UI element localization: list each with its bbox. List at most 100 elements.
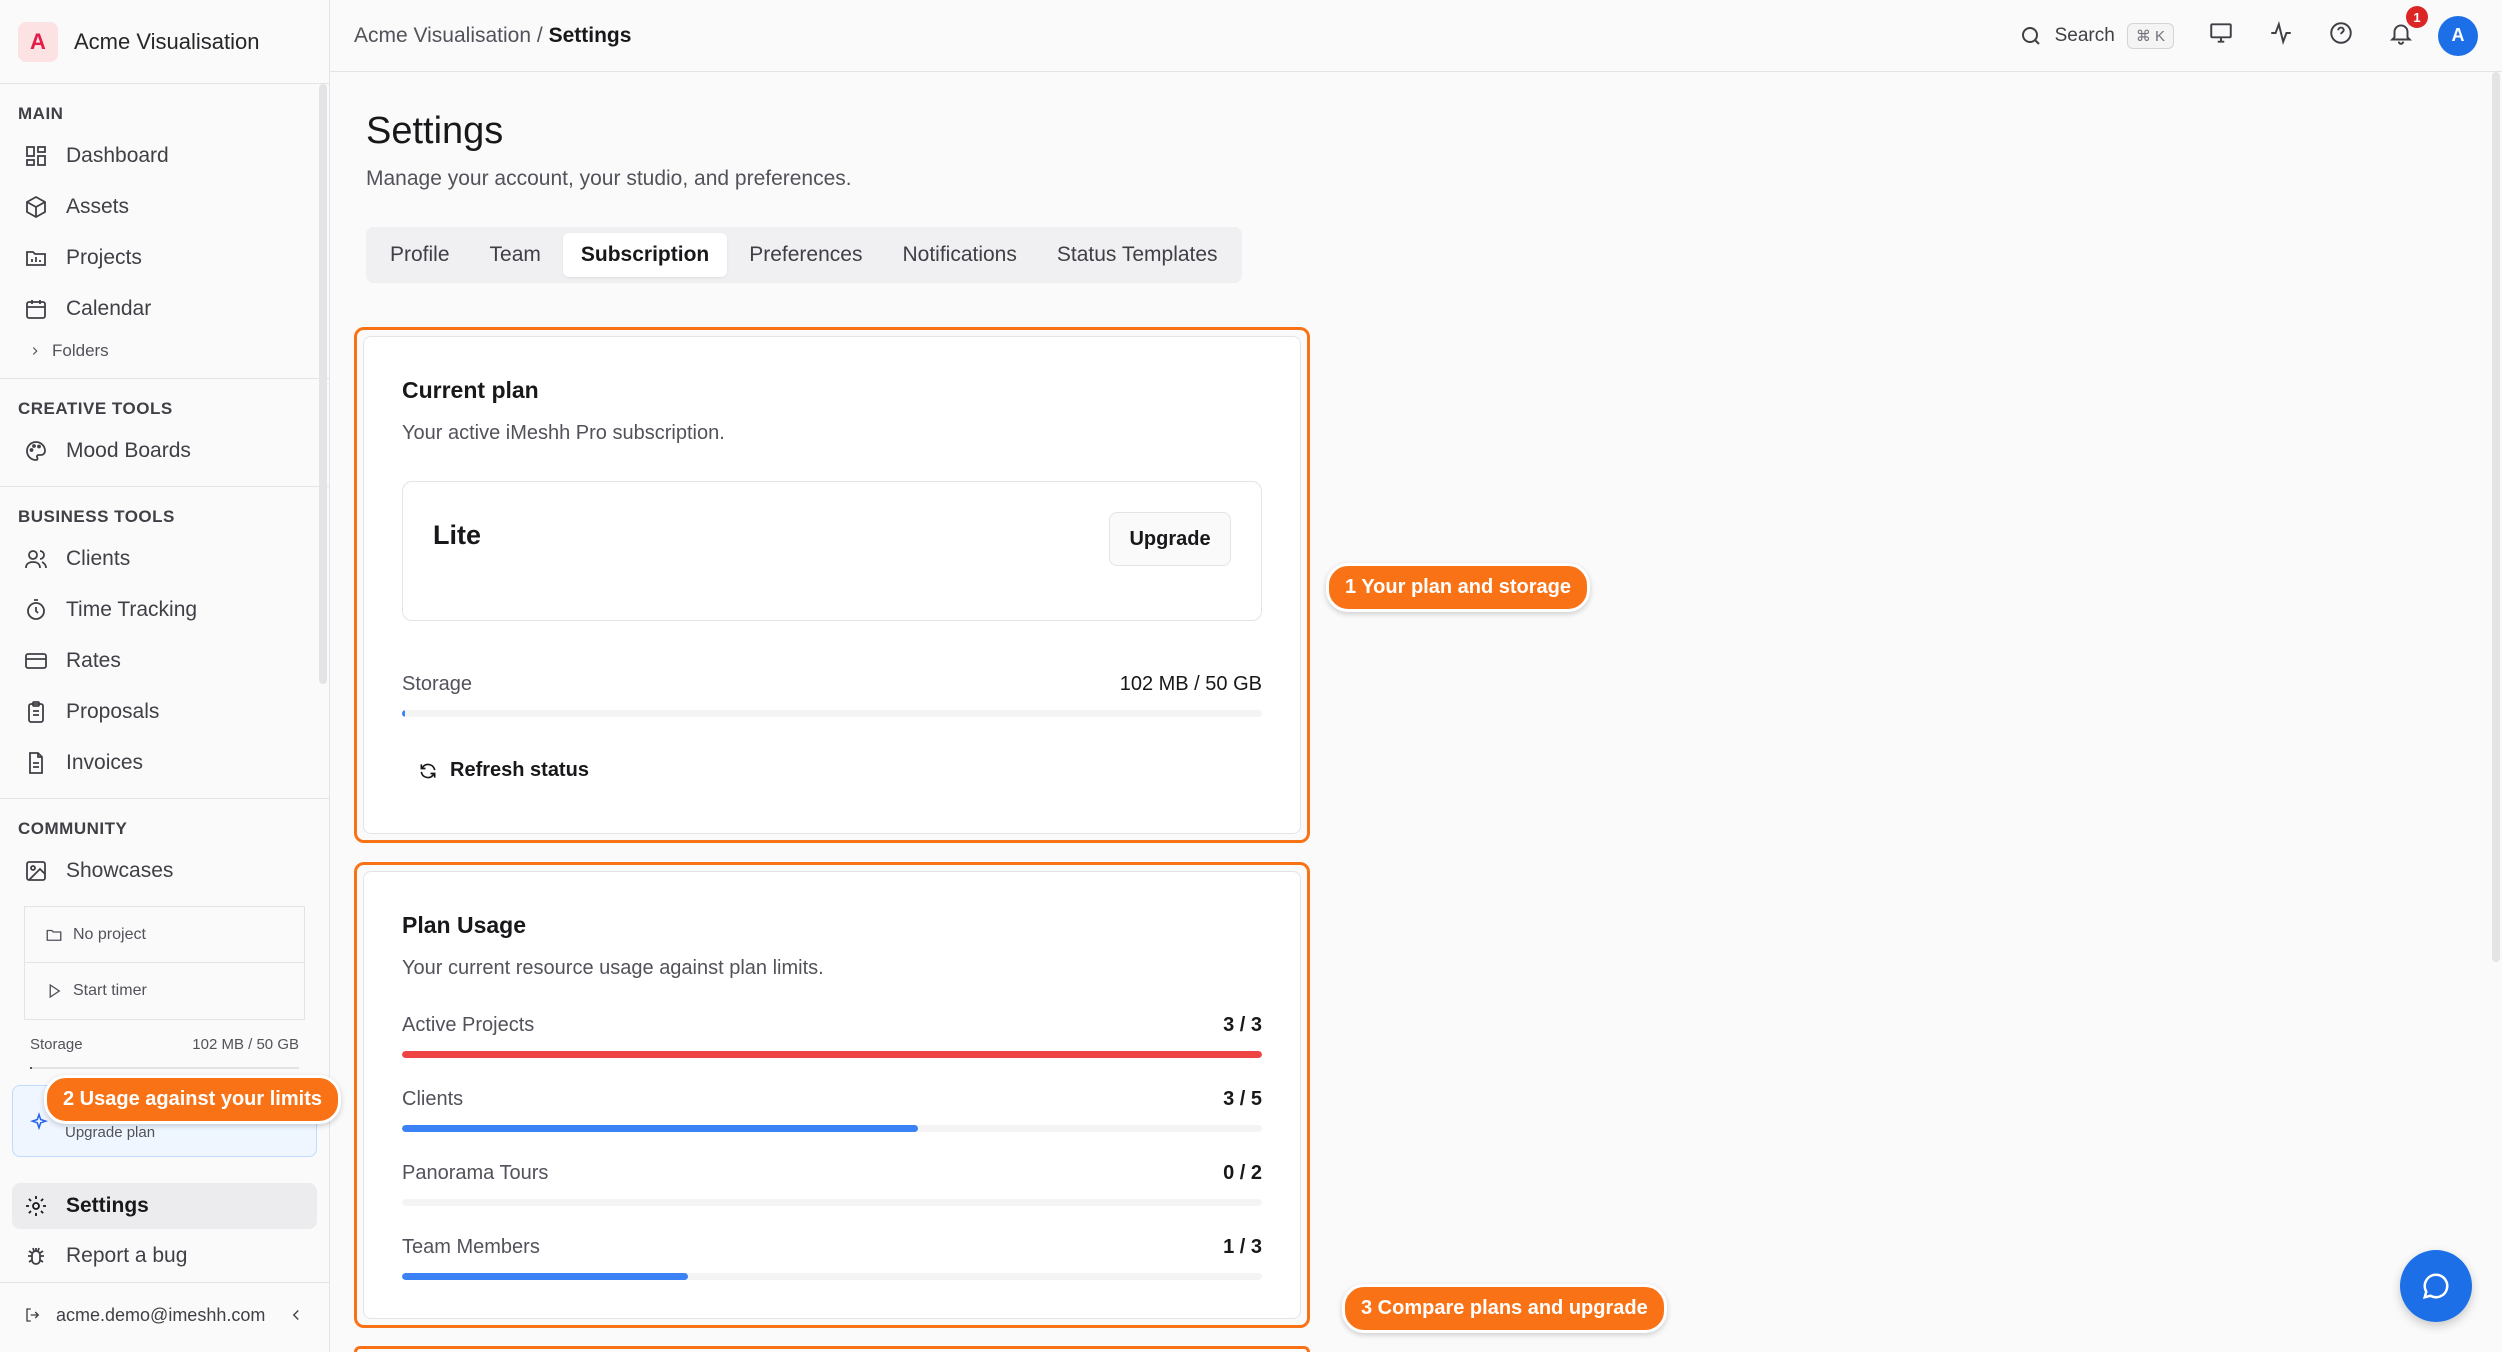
section-label: CREATIVE TOOLS <box>18 399 173 418</box>
sidebar-item-mood-boards[interactable]: Mood Boards <box>0 425 329 476</box>
sidebar-item-proposals[interactable]: Proposals <box>0 686 329 737</box>
activity-icon <box>2271 21 2291 45</box>
sidebar-item-label: Proposals <box>66 699 160 723</box>
storage-bar-fill <box>402 710 405 717</box>
current-plan-subtitle: Your active iMeshh Pro subscription. <box>402 422 725 444</box>
avatar[interactable]: A <box>2438 15 2478 56</box>
sidebar-item-label: Calendar <box>66 296 152 320</box>
help-circle-icon <box>2330 22 2352 44</box>
main-scrollbar[interactable] <box>2492 72 2500 962</box>
plan-name: Lite <box>433 520 482 550</box>
section-label: COMMUNITY <box>18 819 128 838</box>
breadcrumb-root[interactable]: Acme Visualisation <box>354 24 531 47</box>
storage-value: 102 MB / 50 GB <box>1119 673 1262 695</box>
current-plan-highlight: Current plan Your active iMeshh Pro subs… <box>354 327 1310 843</box>
users-icon <box>25 549 47 568</box>
settings-tabs: Profile Team Subscription Preferences No… <box>366 227 1242 283</box>
start-timer-button[interactable]: Start timer <box>25 963 304 1019</box>
help-button[interactable] <box>2328 20 2354 51</box>
sidebar-item-calendar[interactable]: Calendar <box>0 283 329 334</box>
plan-usage-subtitle: Your current resource usage against plan… <box>402 957 824 979</box>
sidebar: A Acme Visualisation MAIN Dashboard Asse… <box>0 0 330 1352</box>
brand[interactable]: A Acme Visualisation <box>0 0 329 84</box>
sidebar-item-assets[interactable]: Assets <box>0 181 329 232</box>
search-button[interactable]: Search ⌘ K <box>2019 22 2174 49</box>
usage-bar <box>402 1199 1262 1206</box>
stopwatch-icon <box>27 598 45 620</box>
logout-icon[interactable] <box>24 1306 42 1324</box>
refresh-status-button[interactable]: Refresh status <box>402 759 1262 782</box>
section-community: COMMUNITY Showcases <box>0 799 329 906</box>
tab-status-templates[interactable]: Status Templates <box>1039 233 1236 277</box>
monitor-icon <box>2210 23 2232 43</box>
sidebar-storage: Storage 102 MB / 50 GB <box>0 1036 329 1053</box>
sidebar-item-dashboard[interactable]: Dashboard <box>0 130 329 181</box>
usage-value: 1 / 3 <box>1223 1236 1262 1258</box>
monitor-button[interactable] <box>2208 20 2234 51</box>
sidebar-item-clients[interactable]: Clients <box>0 533 329 584</box>
sidebar-item-projects[interactable]: Projects <box>0 232 329 283</box>
upgrade-plan-label: Upgrade plan <box>65 1124 156 1141</box>
tab-profile[interactable]: Profile <box>372 233 468 277</box>
usage-label: Team Members <box>402 1236 540 1258</box>
activity-button[interactable] <box>2268 20 2294 51</box>
topbar: Acme Visualisation / Settings Search ⌘ K <box>330 0 2502 72</box>
timer-project-select[interactable]: No project <box>25 907 304 963</box>
upgrade-button[interactable]: Upgrade <box>1109 512 1231 566</box>
section-main: MAIN Dashboard Assets Projects Calendar <box>0 84 329 379</box>
sidebar-storage-value: 102 MB / 50 GB <box>192 1036 299 1053</box>
usage-bar-fill <box>402 1125 918 1132</box>
grid-icon <box>26 145 46 166</box>
tab-preferences[interactable]: Preferences <box>731 233 880 277</box>
sidebar-storage-label: Storage <box>30 1036 83 1053</box>
chat-button[interactable] <box>2400 1250 2472 1322</box>
page-title: Settings <box>366 110 504 152</box>
sidebar-item-time-tracking[interactable]: Time Tracking <box>0 584 329 635</box>
sidebar-item-label: Rates <box>66 648 121 672</box>
sidebar-item-showcases[interactable]: Showcases <box>0 845 329 896</box>
tab-notifications[interactable]: Notifications <box>884 233 1034 277</box>
plan-usage-card: Plan Usage Your current resource usage a… <box>363 871 1301 1319</box>
tab-subscription[interactable]: Subscription <box>562 233 728 277</box>
sidebar-item-folders[interactable]: Folders <box>0 334 329 368</box>
sidebar-item-invoices[interactable]: Invoices <box>0 737 329 788</box>
usage-row-clients: Clients 3 / 5 <box>402 1088 1262 1132</box>
sidebar-item-label: Dashboard <box>66 143 169 167</box>
chevron-right-icon <box>32 347 38 355</box>
sidebar-item-settings[interactable]: Settings <box>12 1183 317 1229</box>
notification-badge: 1 <box>2406 6 2428 28</box>
notifications-button[interactable]: 1 <box>2388 6 2428 51</box>
credit-card-icon <box>25 652 47 669</box>
plan-usage-title: Plan Usage <box>402 912 526 938</box>
sidebar-item-label: Invoices <box>66 750 144 774</box>
section-creative-tools: CREATIVE TOOLS Mood Boards <box>0 379 329 487</box>
sidebar-storage-fill <box>30 1067 32 1069</box>
timer-project-label: No project <box>73 925 146 943</box>
sidebar-item-label: Mood Boards <box>66 438 191 462</box>
brand-name: Acme Visualisation <box>74 28 260 54</box>
search-icon <box>2021 26 2040 45</box>
clipboard-icon <box>28 700 44 723</box>
callout-plan-storage: 1 Your plan and storage <box>1326 563 1590 612</box>
sidebar-item-rates[interactable]: Rates <box>0 635 329 686</box>
tab-team[interactable]: Team <box>472 233 559 277</box>
sidebar-item-label: Projects <box>66 245 142 269</box>
usage-bar <box>402 1273 1262 1280</box>
timer-widget: No project Start timer <box>24 906 305 1020</box>
gear-icon <box>26 1196 46 1216</box>
callout-usage-limits: 2 Usage against your limits <box>44 1075 341 1124</box>
usage-label: Clients <box>402 1088 464 1110</box>
current-plan-title: Current plan <box>402 377 539 403</box>
image-icon <box>26 860 46 881</box>
search-label: Search <box>2054 24 2115 46</box>
collapse-sidebar-icon[interactable] <box>287 1306 305 1324</box>
refresh-status-label: Refresh status <box>450 759 589 781</box>
sidebar-item-report-bug[interactable]: Report a bug <box>0 1229 329 1283</box>
file-text-icon <box>29 751 43 774</box>
plan-usage-highlight: Plan Usage Your current resource usage a… <box>354 862 1310 1328</box>
section-label: MAIN <box>18 104 64 123</box>
sidebar-storage-bar <box>30 1067 299 1069</box>
callout-compare-plans: 3 Compare plans and upgrade <box>1342 1284 1667 1333</box>
start-timer-label: Start timer <box>73 982 147 999</box>
bug-icon <box>28 1247 44 1265</box>
